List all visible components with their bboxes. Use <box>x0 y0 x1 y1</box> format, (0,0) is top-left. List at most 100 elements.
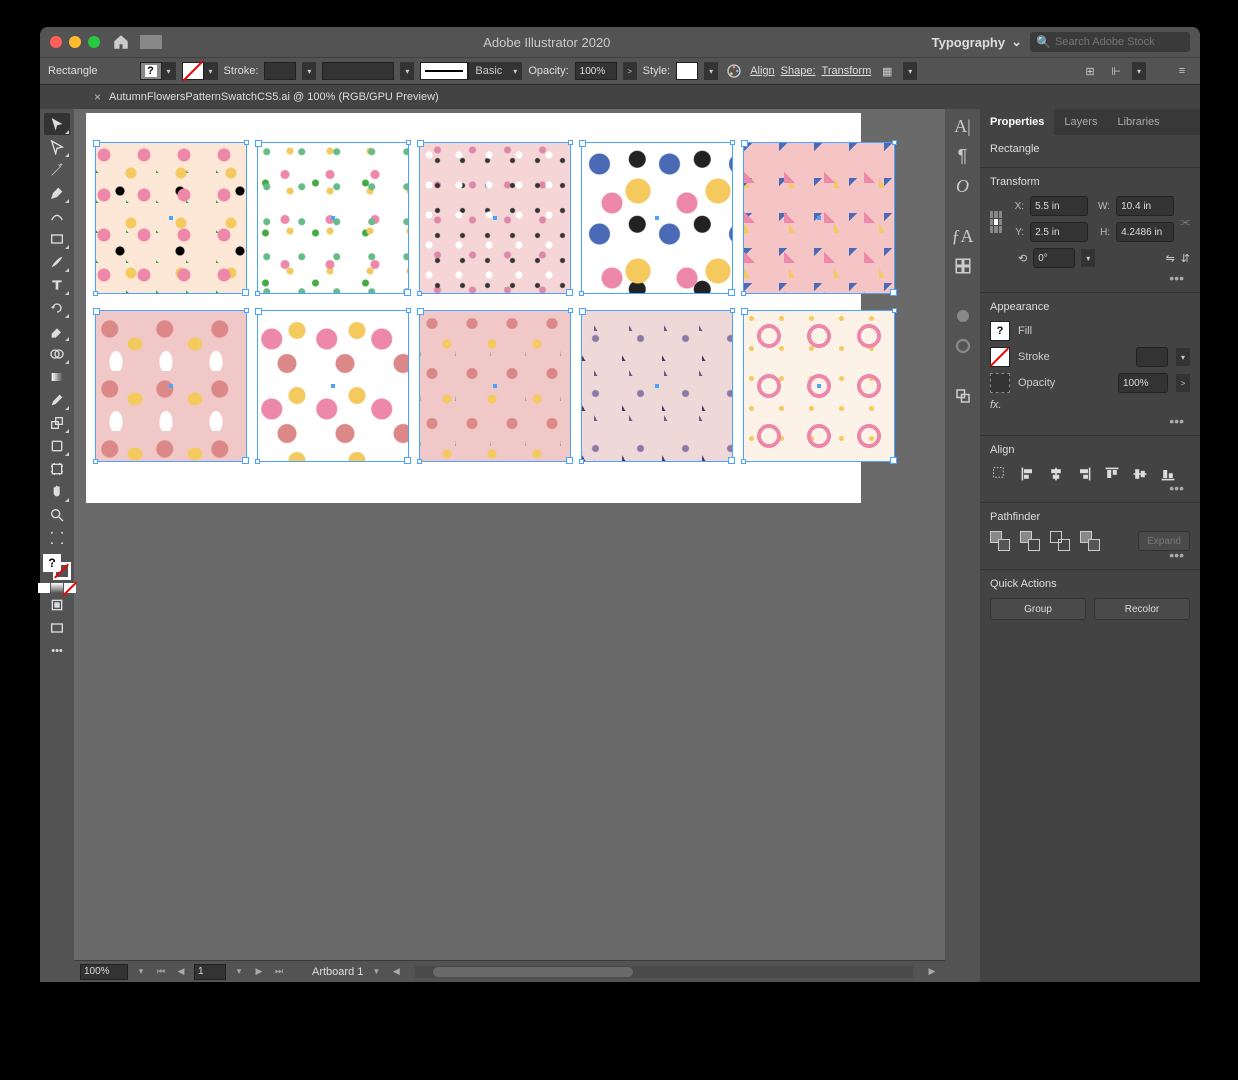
brush-dropdown[interactable]: ▾ <box>508 62 522 80</box>
transform-dropdown[interactable]: ▾ <box>903 62 917 80</box>
opacity-panel-dropdown[interactable]: > <box>1176 374 1190 392</box>
color-mode-normal[interactable] <box>38 583 50 593</box>
recolor-artwork-icon[interactable] <box>724 61 744 81</box>
paragraph-panel-icon[interactable]: ¶ <box>952 145 974 167</box>
control-bar-menu-icon[interactable]: ≡ <box>1172 61 1192 81</box>
color-panel-icon[interactable] <box>952 305 974 327</box>
recolor-button[interactable]: Recolor <box>1094 598 1190 620</box>
align-top-icon[interactable] <box>1102 464 1122 484</box>
pattern-swatch[interactable] <box>744 143 894 293</box>
fill-swatch-panel[interactable]: ? <box>990 321 1010 341</box>
screen-mode-icon[interactable] <box>44 617 70 639</box>
document-tab[interactable]: × AutumnFlowersPatternSwatchCS5.ai @ 100… <box>84 85 449 109</box>
fill-swatch[interactable] <box>140 62 162 80</box>
pathfinder-unite-icon[interactable] <box>990 531 1010 551</box>
magic-wand-tool[interactable] <box>44 159 70 181</box>
tab-layers[interactable]: Layers <box>1054 109 1107 135</box>
close-tab-icon[interactable]: × <box>94 90 101 104</box>
next-artboard-button[interactable]: ▶ <box>252 964 266 980</box>
graphic-style-swatch[interactable] <box>676 62 698 80</box>
opentype-panel-icon[interactable]: O <box>952 175 974 197</box>
rectangle-tool[interactable] <box>44 228 70 250</box>
color-mode-gradient[interactable] <box>51 583 63 593</box>
scrollbar-thumb[interactable] <box>433 967 633 977</box>
stroke-weight-input[interactable] <box>264 62 296 80</box>
stroke-swatch-panel[interactable] <box>990 347 1010 367</box>
fill-dropdown[interactable]: ▾ <box>162 62 176 80</box>
rotate-tool[interactable] <box>44 297 70 319</box>
canvas[interactable] <box>74 109 945 960</box>
pathfinder-more-icon[interactable]: ••• <box>990 551 1190 561</box>
home-icon[interactable] <box>112 33 130 51</box>
isolate-icon[interactable]: ▦ <box>877 61 897 81</box>
maximize-window-button[interactable] <box>88 36 100 48</box>
graphic-style-dropdown[interactable]: ▾ <box>704 62 718 80</box>
scale-tool[interactable] <box>44 412 70 434</box>
align-more-icon[interactable]: ••• <box>990 484 1190 494</box>
stroke-swatch[interactable] <box>182 62 204 80</box>
transform-panel-link[interactable]: Transform <box>822 65 872 77</box>
toggle-fill-stroke[interactable] <box>44 527 70 549</box>
type-tool[interactable] <box>44 274 70 296</box>
rotate-dropdown[interactable]: ▾ <box>1081 249 1095 267</box>
opacity-input[interactable] <box>575 62 617 80</box>
stroke-weight-panel-dropdown[interactable]: ▾ <box>1176 348 1190 366</box>
character-panel-icon[interactable]: A| <box>952 115 974 137</box>
prev-artboard-button[interactable]: ◀ <box>174 964 188 980</box>
arrange-documents-dropdown[interactable] <box>140 35 162 49</box>
zoom-tool[interactable] <box>44 504 70 526</box>
pattern-swatch[interactable] <box>96 311 246 461</box>
align-panel-link[interactable]: Align <box>750 65 774 77</box>
artboard-name-dropdown[interactable]: ▾ <box>369 964 383 980</box>
hscroll-left[interactable]: ◀ <box>389 964 403 980</box>
eraser-tool[interactable] <box>44 320 70 342</box>
swatches-panel-icon[interactable] <box>952 255 974 277</box>
reference-point-widget[interactable] <box>990 211 1002 233</box>
y-input[interactable] <box>1030 222 1088 242</box>
shape-panel-link[interactable]: Shape: <box>781 65 816 77</box>
tab-libraries[interactable]: Libraries <box>1107 109 1169 135</box>
rotate-input[interactable] <box>1033 248 1075 268</box>
align-hcenter-icon[interactable] <box>1046 464 1066 484</box>
pathfinder-minus-front-icon[interactable] <box>1020 531 1040 551</box>
pen-tool[interactable] <box>44 182 70 204</box>
opacity-swatch-panel[interactable] <box>990 373 1010 393</box>
pathfinder-intersect-icon[interactable] <box>1050 531 1070 551</box>
align-to-dropdown[interactable] <box>990 464 1010 484</box>
align-to-pixel-grid-icon[interactable]: ⊞ <box>1080 61 1100 81</box>
horizontal-scrollbar[interactable] <box>415 966 913 978</box>
adobe-stock-search[interactable]: 🔍 <box>1030 32 1190 52</box>
align-right-icon[interactable] <box>1074 464 1094 484</box>
eyedropper-tool[interactable] <box>44 389 70 411</box>
pattern-swatch[interactable] <box>258 311 408 461</box>
artboards-panel-icon[interactable] <box>952 385 974 407</box>
w-input[interactable] <box>1116 196 1174 216</box>
flip-horizontal-icon[interactable]: ⇋ <box>1166 252 1175 265</box>
hscroll-right[interactable]: ▶ <box>925 964 939 980</box>
selection-tool[interactable] <box>44 113 70 135</box>
group-button[interactable]: Group <box>990 598 1086 620</box>
appearance-more-icon[interactable]: ••• <box>990 417 1190 427</box>
constrain-proportions-icon[interactable]: ⫘ <box>1180 216 1190 229</box>
search-input[interactable] <box>1055 36 1197 48</box>
snap-options-icon[interactable]: ⊩ <box>1106 61 1126 81</box>
stroke-indicator[interactable] <box>53 562 71 580</box>
h-input[interactable] <box>1116 222 1174 242</box>
direct-selection-tool[interactable] <box>44 136 70 158</box>
pattern-swatch[interactable] <box>582 311 732 461</box>
glyphs-panel-icon[interactable]: ƒA <box>952 225 974 247</box>
pattern-swatch[interactable] <box>96 143 246 293</box>
opacity-value-panel[interactable]: 100% <box>1118 373 1168 393</box>
variable-width-profile[interactable] <box>322 62 394 80</box>
hand-tool[interactable] <box>44 481 70 503</box>
paintbrush-tool[interactable] <box>44 251 70 273</box>
artboard-tool[interactable] <box>44 458 70 480</box>
zoom-dropdown[interactable]: ▾ <box>134 964 148 980</box>
align-left-icon[interactable] <box>1018 464 1038 484</box>
artboard-index-input[interactable] <box>194 964 226 980</box>
color-guide-panel-icon[interactable] <box>952 335 974 357</box>
pattern-swatch[interactable] <box>420 143 570 293</box>
curvature-tool[interactable] <box>44 205 70 227</box>
fill-stroke-indicator[interactable]: ? <box>43 554 71 580</box>
artboard-index-dropdown[interactable]: ▾ <box>232 964 246 980</box>
